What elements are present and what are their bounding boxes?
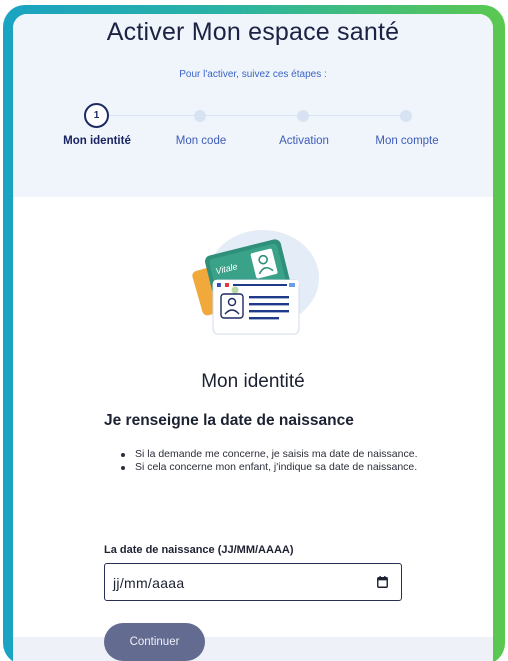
birthdate-input[interactable]: jj/mm/aaaa xyxy=(104,563,402,601)
header: Activer Mon espace santé Pour l'activer,… xyxy=(13,14,493,197)
step-label-mon-identite: Mon identité xyxy=(63,135,131,147)
step-label-mon-code: Mon code xyxy=(175,135,227,147)
stepper-line xyxy=(105,115,405,116)
list-item: Si la demande me concerne, je saisis ma … xyxy=(121,448,421,461)
birthdate-label: La date de naissance (JJ/MM/AAAA) xyxy=(104,544,294,556)
step-3-dot xyxy=(297,110,309,122)
calendar-icon[interactable] xyxy=(377,576,388,588)
step-2-dot xyxy=(194,110,206,122)
id-cards-illustration: Vitale xyxy=(192,230,319,335)
section-title: Mon identité xyxy=(201,371,305,392)
list-item: Si cela concerne mon enfant, j'indique s… xyxy=(121,461,421,474)
page-title: Activer Mon espace santé xyxy=(106,18,400,46)
instructions-list: Si la demande me concerne, je saisis ma … xyxy=(121,448,421,474)
page-subtitle: Pour l'activer, suivez ces étapes : xyxy=(179,69,327,80)
birthdate-placeholder: jj/mm/aaaa xyxy=(113,575,185,591)
birthdate-heading: Je renseigne la date de naissance xyxy=(104,412,354,429)
step-label-mon-compte: Mon compte xyxy=(375,135,439,147)
activation-card: Activer Mon espace santé Pour l'activer,… xyxy=(13,14,493,661)
footer-strip xyxy=(13,637,493,661)
step-label-activation: Activation xyxy=(279,135,329,147)
step-1-indicator: 1 xyxy=(84,103,109,128)
continue-button[interactable]: Continuer xyxy=(104,623,205,661)
step-4-dot xyxy=(400,110,412,122)
